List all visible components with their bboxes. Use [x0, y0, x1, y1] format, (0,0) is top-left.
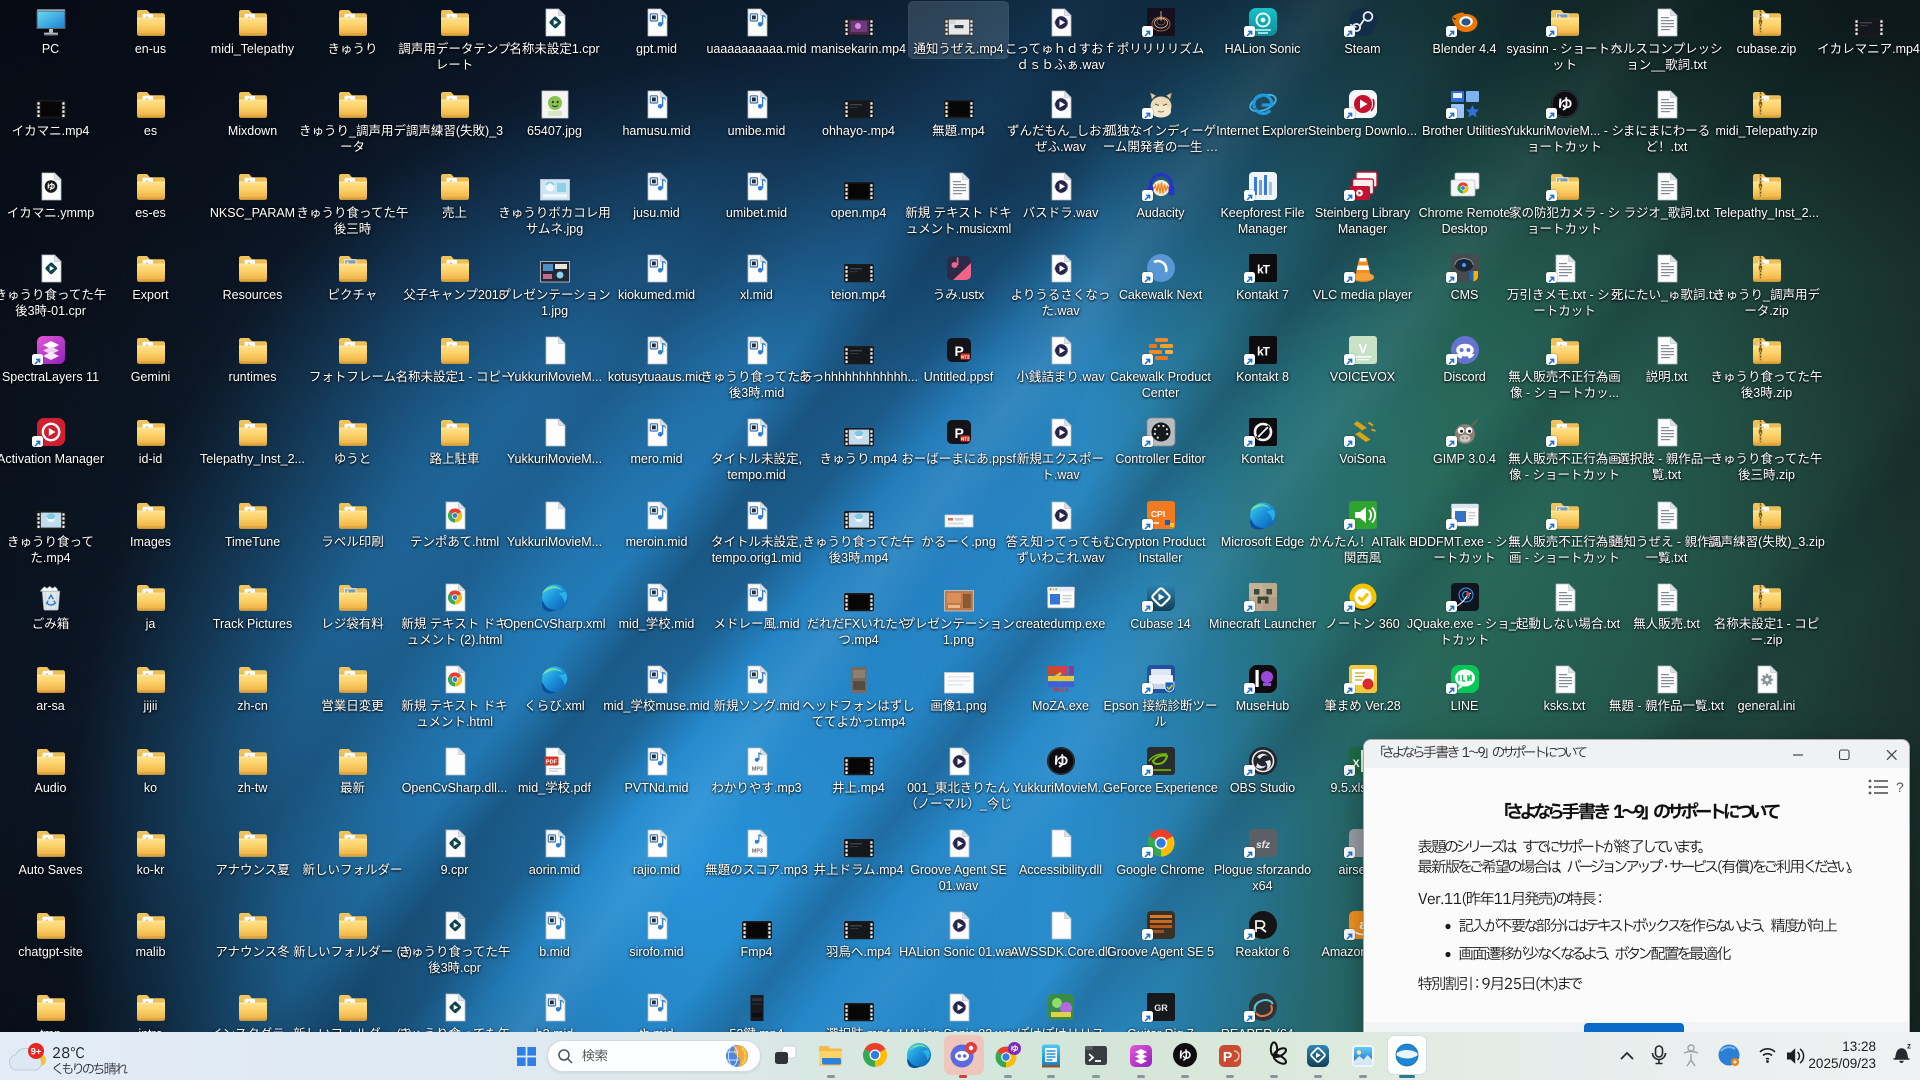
- svg-text:z: z: [1907, 1042, 1911, 1051]
- svg-text:P: P: [1223, 1049, 1232, 1065]
- svg-text:9+: 9+: [31, 1047, 42, 1058]
